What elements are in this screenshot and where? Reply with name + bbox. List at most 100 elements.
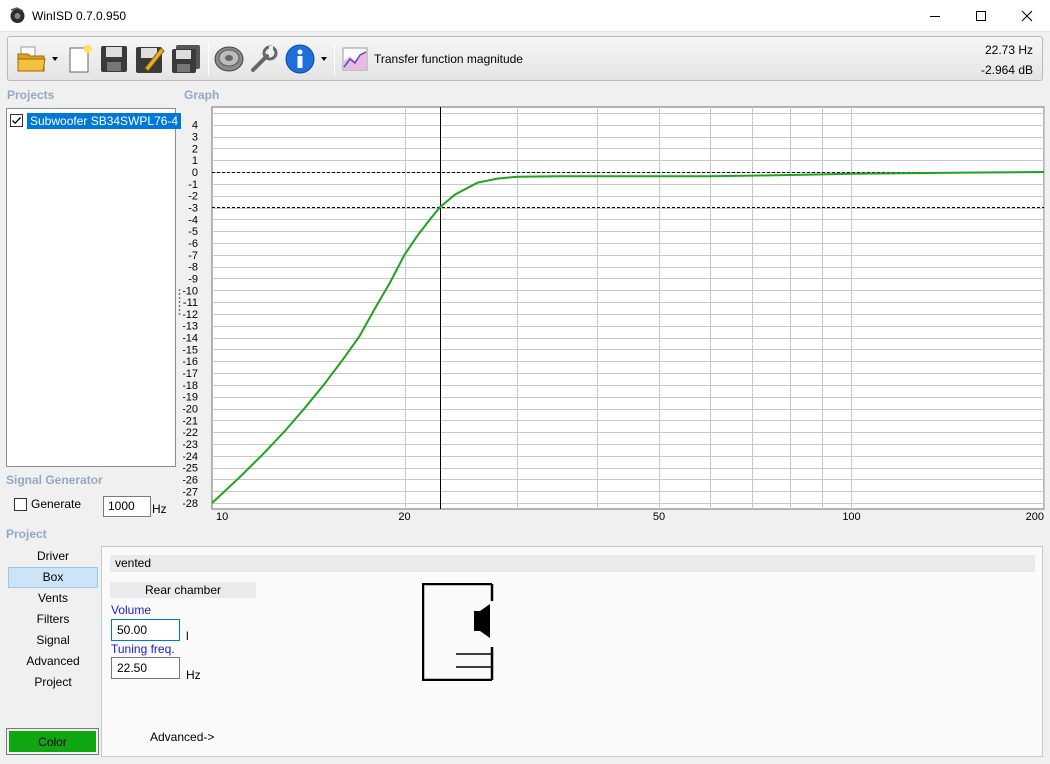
- graph-type-button[interactable]: [341, 42, 369, 76]
- y-tick-label: -22: [183, 427, 198, 439]
- save-as-button[interactable]: [134, 42, 166, 76]
- close-button[interactable]: [1004, 0, 1050, 31]
- maximize-button[interactable]: [958, 0, 1004, 31]
- y-tick-label: -27: [183, 486, 198, 498]
- close-icon: [1021, 10, 1033, 21]
- graph-type-label: Transfer function magnitude: [374, 52, 523, 66]
- y-tick-label: -21: [183, 415, 198, 427]
- save-as-icon: [136, 47, 165, 73]
- y-tick-label: 1: [192, 155, 198, 167]
- y-tick-label: -19: [183, 392, 198, 404]
- y-tick-label: -28: [183, 498, 198, 510]
- x-tick-label: 50: [653, 511, 665, 523]
- driver-button[interactable]: [213, 42, 245, 76]
- box-diagram-icon: [422, 583, 494, 681]
- y-tick-label: 2: [192, 143, 198, 155]
- x-tick-label: 200: [1026, 511, 1044, 523]
- y-tick-label: 4: [192, 120, 198, 132]
- y-tick-label: -7: [188, 250, 198, 262]
- splitter-handle[interactable]: [178, 288, 181, 316]
- advanced-link[interactable]: Advanced->: [150, 730, 214, 744]
- y-tick-label: -3: [188, 203, 198, 215]
- settings-button[interactable]: [248, 42, 280, 76]
- tuning-freq-input[interactable]: 22.50: [111, 657, 180, 679]
- box-type-header: vented: [110, 555, 1035, 572]
- x-tick-label: 20: [398, 511, 410, 523]
- x-tick-label: 100: [842, 511, 860, 523]
- y-tick-label: 3: [192, 132, 198, 144]
- cursor-db-readout: -2.964 dB: [980, 63, 1033, 77]
- generate-label: Generate: [31, 497, 82, 511]
- y-tick-label: -26: [183, 474, 198, 486]
- minimize-icon: [930, 15, 940, 17]
- new-document-icon: [69, 45, 92, 73]
- y-tick-label: -4: [188, 214, 198, 226]
- info-dropdown-icon[interactable]: [320, 55, 328, 63]
- volume-unit: l: [186, 629, 189, 643]
- save-all-button[interactable]: [170, 42, 202, 76]
- minimize-button[interactable]: [912, 0, 958, 31]
- nav-driver[interactable]: Driver: [8, 546, 98, 567]
- driver-icon: [214, 46, 244, 72]
- project-title: Project: [6, 527, 47, 541]
- y-tick-label: -23: [183, 439, 198, 451]
- nav-advanced[interactable]: Advanced: [8, 651, 98, 672]
- transfer-function-icon: [342, 47, 368, 71]
- save-button[interactable]: [98, 42, 130, 76]
- title-bar: WinISD 0.7.0.950: [0, 0, 1050, 32]
- y-tick-label: -6: [188, 238, 198, 250]
- generate-checkbox[interactable]: [14, 497, 27, 511]
- graph-title: Graph: [184, 88, 220, 102]
- volume-input[interactable]: 50.00: [111, 619, 180, 641]
- y-tick-label: -15: [183, 344, 198, 356]
- rear-chamber-header: Rear chamber: [110, 582, 256, 598]
- color-button[interactable]: Color: [9, 731, 96, 752]
- y-tick-label: -9: [188, 273, 198, 285]
- graph-area[interactable]: 43210-1-2-3-4-5-6-7-8-9-10-11-12-13-14-1…: [183, 104, 1046, 524]
- plot-background: [211, 106, 1045, 510]
- y-tick-label: -10: [183, 285, 198, 297]
- project-label: Subwoofer SB34SWPL76-4: [27, 112, 182, 129]
- projects-title: Projects: [7, 88, 55, 102]
- project-checkbox[interactable]: [10, 114, 23, 127]
- nav-signal[interactable]: Signal: [8, 630, 98, 651]
- y-tick-label: -16: [183, 356, 198, 368]
- tuning-freq-label: Tuning freq.: [111, 642, 175, 656]
- generator-frequency-unit: Hz: [152, 502, 167, 516]
- project-item[interactable]: Subwoofer SB34SWPL76-4: [10, 112, 182, 129]
- y-tick-label: -12: [183, 309, 198, 321]
- y-tick-label: -5: [188, 226, 198, 238]
- signal-generator-title: Signal Generator: [6, 473, 103, 487]
- checkmark-icon: [12, 117, 21, 125]
- nav-box[interactable]: Box: [8, 567, 98, 588]
- y-tick-label: -11: [183, 297, 198, 309]
- generator-frequency-input[interactable]: 1000: [103, 496, 151, 517]
- y-tick-label: -25: [183, 463, 198, 475]
- maximize-icon: [976, 10, 986, 21]
- settings-wrench-icon: [251, 45, 278, 72]
- toolbar: Transfer function magnitude 22.73 Hz -2.…: [7, 36, 1043, 81]
- info-icon: [285, 44, 315, 74]
- save-icon: [101, 46, 127, 72]
- nav-vents[interactable]: Vents: [8, 588, 98, 609]
- y-tick-label: -14: [183, 333, 198, 345]
- toolbar-separator: [208, 43, 209, 76]
- new-button[interactable]: [64, 42, 96, 76]
- x-tick-label: 10: [216, 511, 228, 523]
- save-all-icon: [172, 45, 200, 73]
- open-button[interactable]: [16, 42, 48, 76]
- y-tick-label: -1: [188, 179, 198, 191]
- nav-project[interactable]: Project: [8, 672, 98, 693]
- info-button[interactable]: [284, 42, 316, 76]
- volume-label: Volume: [111, 603, 152, 617]
- generate-checkbox-row[interactable]: Generate: [14, 497, 81, 511]
- open-dropdown-icon[interactable]: [51, 55, 59, 63]
- nav-filters[interactable]: Filters: [8, 609, 98, 630]
- y-tick-label: -13: [183, 321, 198, 333]
- y-tick-label: -24: [183, 451, 198, 463]
- toolbar-separator: [334, 43, 335, 76]
- y-tick-label: -2: [188, 191, 198, 203]
- projects-list: Subwoofer SB34SWPL76-4: [6, 108, 182, 467]
- y-tick-label: 0: [192, 167, 198, 179]
- y-tick-label: -20: [183, 404, 198, 416]
